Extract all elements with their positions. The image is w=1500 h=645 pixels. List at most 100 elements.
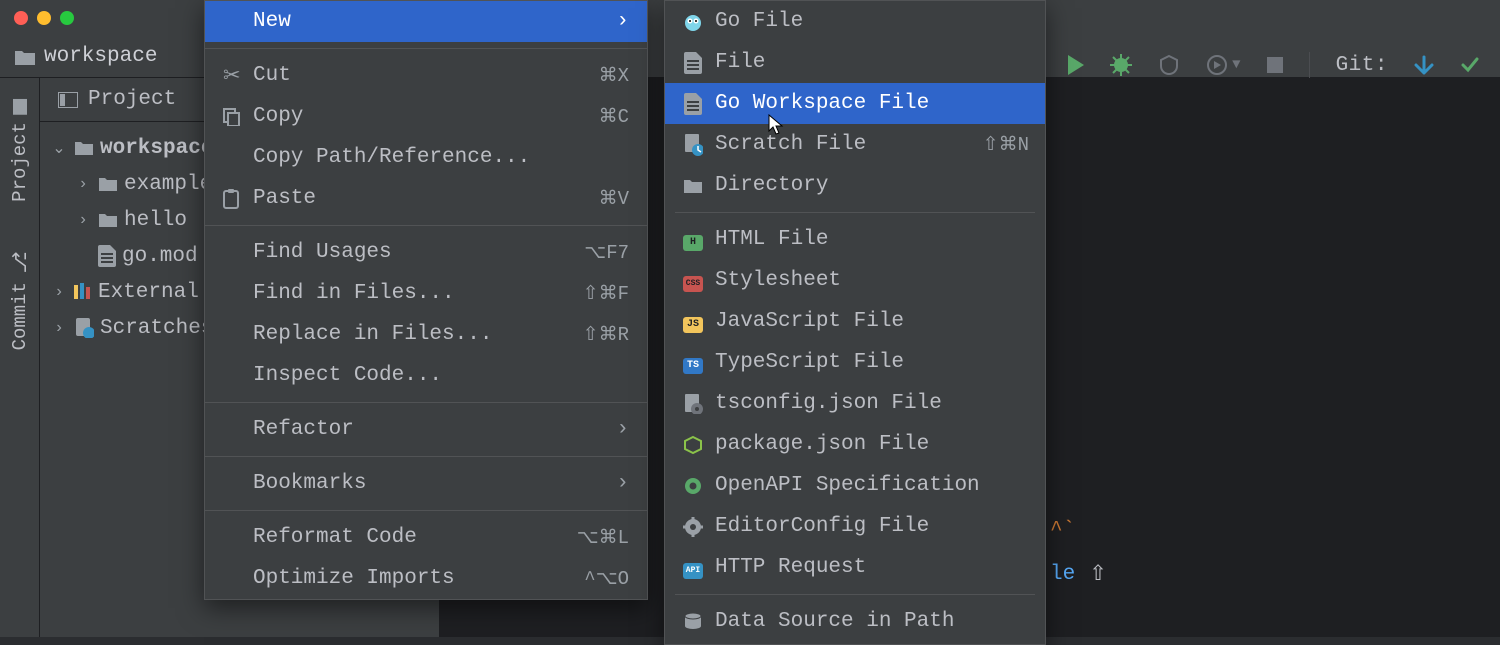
editor-line: ^` (1050, 508, 1460, 552)
menu-item-label: Refactor (253, 418, 616, 441)
gopher-icon (683, 12, 703, 32)
zoom-window-button[interactable] (60, 11, 74, 25)
submenu-item-go-file[interactable]: Go File (665, 1, 1045, 42)
file-icon (684, 52, 702, 74)
js-icon: JS (683, 310, 703, 333)
menu-item-new[interactable]: New› (205, 1, 647, 42)
coverage-icon[interactable] (1158, 54, 1180, 76)
menu-shortcut: ⌥F7 (584, 241, 629, 264)
menu-item-find-in-files[interactable]: Find in Files...⇧⌘F (205, 273, 647, 314)
npm-icon (683, 435, 703, 455)
chevron-right-icon: › (616, 472, 629, 495)
submenu-item-javascript-file[interactable]: JSJavaScript File (665, 301, 1045, 342)
rail-project[interactable]: Project (9, 100, 31, 202)
chevron-right-icon[interactable]: › (74, 175, 92, 193)
submenu-item-label: Data Source in Path (715, 610, 1029, 633)
submenu-item-directory[interactable]: Directory (665, 165, 1045, 206)
submenu-item-http-request[interactable]: APIHTTP Request (665, 547, 1045, 588)
chevron-right-icon: › (616, 418, 629, 441)
stop-icon[interactable] (1267, 57, 1283, 73)
submenu-item-label: tsconfig.json File (715, 392, 1029, 415)
chevron-right-icon[interactable]: › (74, 211, 92, 229)
menu-item-copy-path-reference[interactable]: Copy Path/Reference... (205, 137, 647, 178)
git-commit-icon[interactable] (1460, 55, 1480, 75)
submenu-item-openapi-specification[interactable]: OpenAPI Specification (665, 465, 1045, 506)
close-window-button[interactable] (14, 11, 28, 25)
submenu-item-scratch-file[interactable]: Scratch File⇧⌘N (665, 124, 1045, 165)
submenu-item-html-file[interactable]: HHTML File (665, 219, 1045, 260)
menu-item-copy[interactable]: Copy⌘C (205, 96, 647, 137)
submenu-item-file[interactable]: File (665, 42, 1045, 83)
submenu-item-typescript-file[interactable]: TSTypeScript File (665, 342, 1045, 383)
menu-item-label: Find in Files... (253, 282, 583, 305)
submenu-item-tsconfig-json-file[interactable]: tsconfig.json File (665, 383, 1045, 424)
menu-item-label: Cut (253, 64, 599, 87)
menu-separator (205, 225, 647, 226)
menu-shortcut: ⇧⌘R (583, 323, 629, 346)
menu-item-find-usages[interactable]: Find Usages⌥F7 (205, 232, 647, 273)
submenu-item-label: Scratch File (715, 133, 973, 156)
menu-separator (675, 594, 1035, 595)
menu-item-label: Replace in Files... (253, 323, 583, 346)
menu-shortcut: ⌥⌘L (577, 526, 629, 549)
file-icon (684, 93, 702, 115)
menu-item-reformat-code[interactable]: Reformat Code⌥⌘L (205, 517, 647, 558)
run-icon[interactable] (1066, 55, 1084, 75)
menu-item-paste[interactable]: Paste⌘V (205, 178, 647, 219)
breadcrumb-label[interactable]: workspace (44, 45, 157, 68)
chevron-right-icon[interactable]: › (50, 319, 68, 337)
folder-icon (683, 178, 703, 194)
http-icon: API (683, 556, 703, 579)
rail-commit[interactable]: Commit ⎇ (9, 252, 31, 350)
menu-separator (675, 212, 1035, 213)
library-icon (74, 283, 92, 301)
submenu-item-label: Go File (715, 10, 1029, 33)
submenu-item-label: TypeScript File (715, 351, 1029, 374)
run-config-dropdown[interactable]: ▼ (1206, 54, 1240, 76)
submenu-item-stylesheet[interactable]: CSSStylesheet (665, 260, 1045, 301)
folder-icon (14, 48, 36, 66)
submenu-item-data-source-in-path[interactable]: Data Source in Path (665, 601, 1045, 642)
css-icon: CSS (683, 269, 703, 292)
new-submenu: Go FileFileGo Workspace FileScratch File… (664, 0, 1046, 645)
file-icon (98, 245, 116, 267)
separator (1309, 52, 1310, 78)
scratch-icon (74, 318, 94, 338)
submenu-item-label: Directory (715, 174, 1029, 197)
menu-item-replace-in-files[interactable]: Replace in Files...⇧⌘R (205, 314, 647, 355)
context-menu: New›✂Cut⌘XCopy⌘CCopy Path/Reference...Pa… (204, 0, 648, 600)
submenu-item-go-workspace-file[interactable]: Go Workspace File (665, 83, 1045, 124)
menu-item-label: Reformat Code (253, 526, 577, 549)
folder-icon (98, 212, 118, 228)
submenu-item-editorconfig-file[interactable]: EditorConfig File (665, 506, 1045, 547)
menu-shortcut: ⇧⌘F (583, 282, 629, 305)
menu-separator (205, 402, 647, 403)
menu-item-optimize-imports[interactable]: Optimize Imports^⌥O (205, 558, 647, 599)
menu-item-label: New (253, 10, 616, 33)
copy-icon (223, 108, 241, 126)
chevron-down-icon[interactable]: ⌄ (50, 138, 68, 158)
project-view-icon (58, 92, 78, 108)
chevron-right-icon[interactable]: › (50, 283, 68, 301)
menu-shortcut: ⌘X (599, 64, 629, 87)
submenu-item-package-json-file[interactable]: package.json File (665, 424, 1045, 465)
html-icon: H (683, 228, 703, 251)
submenu-item-label: EditorConfig File (715, 515, 1029, 538)
menu-item-inspect-code[interactable]: Inspect Code... (205, 355, 647, 396)
menu-item-label: Inspect Code... (253, 364, 629, 387)
menu-item-cut[interactable]: ✂Cut⌘X (205, 55, 647, 96)
minimize-window-button[interactable] (37, 11, 51, 25)
debug-icon[interactable] (1110, 54, 1132, 76)
menu-item-label: Copy (253, 105, 599, 128)
openapi-icon (683, 476, 703, 496)
git-label: Git: (1336, 54, 1388, 77)
menu-item-label: Optimize Imports (253, 567, 584, 590)
menu-item-refactor[interactable]: Refactor› (205, 409, 647, 450)
menu-item-bookmarks[interactable]: Bookmarks› (205, 463, 647, 504)
menu-shortcut: ⌘V (599, 187, 629, 210)
menu-item-label: Copy Path/Reference... (253, 146, 629, 169)
menu-item-label: Bookmarks (253, 472, 616, 495)
git-pull-icon[interactable] (1414, 55, 1434, 75)
submenu-item-label: OpenAPI Specification (715, 474, 1029, 497)
menu-shortcut: ^⌥O (584, 567, 629, 590)
